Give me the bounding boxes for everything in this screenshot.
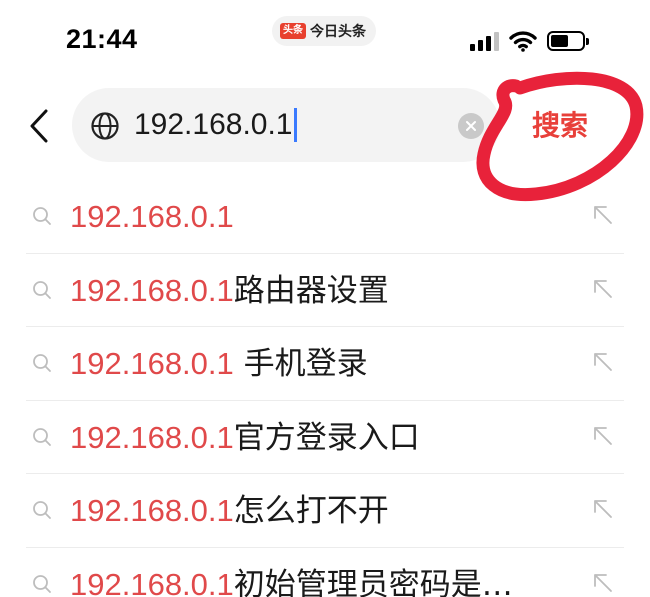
suggestion-rest: 怎么打不开 — [233, 493, 389, 529]
suggestion-item[interactable]: 192.168.0.1怎么打不开 — [26, 474, 624, 548]
search-icon — [33, 354, 51, 372]
back-button[interactable] — [22, 104, 56, 148]
suggestion-item[interactable]: 192.168.0.1官方登录入口 — [26, 401, 624, 474]
suggestion-highlight: 192.168.0.1 — [70, 346, 234, 381]
wifi-icon — [509, 31, 537, 52]
suggestion-item[interactable]: 192.168.0.1路由器设置 — [26, 254, 624, 327]
fill-query-arrow-icon[interactable] — [592, 572, 614, 594]
search-icon — [33, 501, 51, 519]
status-bar: 21:44 头条 今日头条 — [0, 0, 650, 80]
suggestion-highlight: 192.168.0.1 — [70, 272, 234, 308]
search-icon — [33, 207, 51, 225]
suggestion-label: 192.168.0.1官方登录入口 — [70, 416, 420, 460]
suggestion-rest: 官方登录入口 — [233, 419, 420, 456]
app-badge[interactable]: 头条 今日头条 — [272, 16, 376, 46]
battery-icon — [547, 31, 589, 51]
search-icon — [33, 427, 51, 446]
search-box[interactable]: 192.168.0.1 — [72, 88, 500, 162]
suggestion-rest: 初始管理员密码是… — [233, 566, 513, 597]
suggestion-label: 192.168.0.1路由器设置 — [70, 269, 389, 313]
text-cursor — [294, 108, 298, 142]
suggestion-rest: 手机登录 — [233, 346, 368, 382]
suggestion-list: 192.168.0.1 192.168.0.1路由器设置 192.168.0.1… — [0, 180, 650, 597]
search-input[interactable]: 192.168.0.1 — [134, 103, 298, 147]
fill-query-arrow-icon[interactable] — [592, 498, 614, 520]
suggestion-label: 192.168.0.1 — [70, 195, 234, 239]
screen: 21:44 头条 今日头条 192.168.0.1 搜索 192.168.0.1… — [0, 0, 650, 597]
suggestion-label: 192.168.0.1怎么打不开 — [70, 489, 389, 533]
suggestion-item[interactable]: 192.168.0.1 — [26, 180, 624, 254]
suggestion-rest: 路由器设置 — [233, 272, 389, 309]
globe-icon — [91, 112, 119, 140]
cellular-signal-icon — [470, 31, 499, 51]
status-icons — [470, 30, 589, 52]
search-button[interactable]: 搜索 — [532, 104, 588, 148]
suggestion-highlight: 192.168.0.1 — [70, 493, 234, 528]
search-icon — [33, 574, 51, 593]
chevron-left-icon — [30, 109, 48, 143]
suggestion-highlight: 192.168.0.1 — [70, 199, 234, 234]
status-time: 21:44 — [66, 24, 138, 54]
app-badge-label: 今日头条 — [310, 24, 366, 40]
suggestion-item[interactable]: 192.168.0.1 手机登录 — [26, 327, 624, 401]
suggestion-highlight: 192.168.0.1 — [70, 419, 234, 455]
suggestion-label: 192.168.0.1 手机登录 — [70, 342, 368, 386]
search-input-value: 192.168.0.1 — [134, 108, 293, 141]
fill-query-arrow-icon[interactable] — [592, 278, 614, 300]
fill-query-arrow-icon[interactable] — [592, 204, 614, 226]
suggestion-label: 192.168.0.1初始管理员密码是… — [70, 563, 513, 597]
fill-query-arrow-icon[interactable] — [592, 425, 614, 447]
clear-input-icon[interactable] — [458, 113, 484, 139]
toutiao-logo-icon: 头条 — [280, 23, 306, 39]
suggestion-highlight: 192.168.0.1 — [70, 566, 234, 597]
fill-query-arrow-icon[interactable] — [592, 351, 614, 373]
suggestion-item[interactable]: 192.168.0.1初始管理员密码是… — [26, 548, 624, 597]
search-icon — [33, 280, 51, 299]
